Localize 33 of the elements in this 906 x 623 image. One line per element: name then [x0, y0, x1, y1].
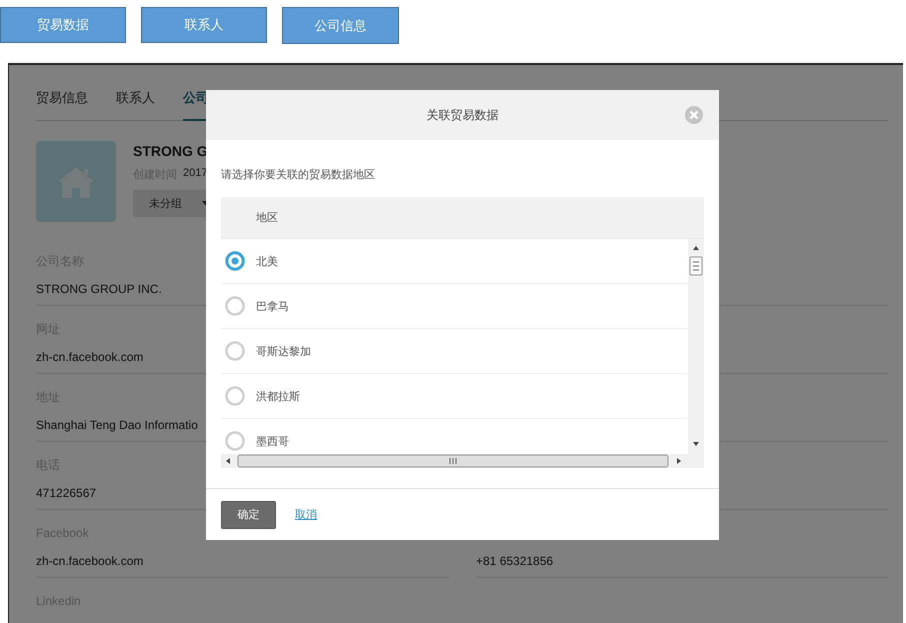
region-row[interactable]: 巴拿马 [221, 284, 688, 329]
region-name: 墨西哥 [256, 434, 289, 448]
nav-button[interactable]: 贸易数据 [0, 7, 126, 43]
nav-button[interactable]: 公司信息 [282, 7, 399, 44]
page-tab[interactable]: 贸易信息 [36, 89, 88, 121]
radio-button[interactable] [225, 296, 245, 316]
created-date: 2017 [183, 167, 208, 181]
field-value: STRONG GROUP INC. [36, 281, 162, 298]
region-row[interactable]: 哥斯达黎加 [221, 329, 688, 374]
region-row[interactable]: 北美 [221, 239, 688, 284]
radio-button[interactable] [225, 341, 245, 361]
field-value: Shanghai Teng Dao Informatio [36, 417, 198, 434]
radio-button[interactable] [225, 431, 245, 451]
close-icon[interactable] [685, 106, 703, 124]
page-tab[interactable]: 联系人 [116, 89, 155, 121]
field-value: +81 65321856 [476, 553, 554, 570]
nav-button[interactable]: 联系人 [141, 7, 267, 43]
region-name: 哥斯达黎加 [256, 344, 311, 358]
field-value: 471226567 [36, 485, 96, 502]
confirm-button[interactable]: 确定 [221, 500, 276, 528]
region-row[interactable]: 洪都拉斯 [221, 374, 688, 419]
region-name: 洪都拉斯 [256, 390, 300, 404]
radio-button[interactable] [225, 386, 245, 406]
column-header: 地区 [256, 211, 278, 225]
field-value: zh-cn.facebook.com [36, 349, 144, 366]
field-value: zh-cn.facebook.com [36, 553, 144, 570]
region-name: 北美 [256, 254, 278, 268]
radio-button[interactable] [225, 251, 245, 271]
dialog-title: 关联贸易数据 [426, 106, 498, 124]
cancel-link[interactable]: 取消 [295, 507, 317, 522]
house-icon [57, 164, 95, 198]
region-name: 巴拿马 [256, 300, 289, 314]
dialog-prompt: 请选择你要关联的贸易数据地区 [221, 168, 376, 183]
